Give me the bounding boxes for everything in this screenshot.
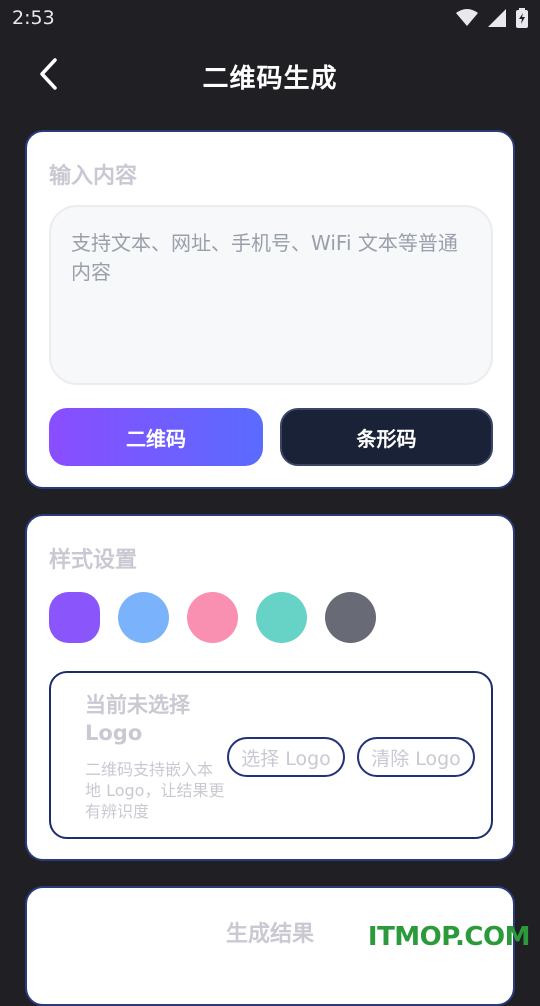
wifi-icon: [456, 9, 478, 31]
logo-panel: 当前未选择 Logo 二维码支持嵌入本地 Logo，让结果更有辨识度 选择 Lo…: [49, 671, 493, 839]
battery-icon: [516, 8, 528, 32]
signal-icon: [488, 9, 506, 31]
status-bar: 2:53: [0, 0, 540, 40]
content-input[interactable]: 支持文本、网址、手机号、WiFi 文本等普通内容: [49, 205, 493, 385]
color-swatch-teal[interactable]: [256, 592, 307, 643]
color-swatch-blue[interactable]: [118, 592, 169, 643]
barcode-button[interactable]: 条形码: [280, 408, 493, 466]
color-swatch-pink[interactable]: [187, 592, 238, 643]
color-swatch-purple[interactable]: [49, 592, 100, 643]
watermark: ITMOP.COM: [367, 922, 531, 952]
status-icons: [456, 8, 528, 32]
style-card: 样式设置 当前未选择 Logo 二维码支持嵌入本地 Logo，让结果更有辨识度 …: [25, 514, 515, 861]
color-swatches: [49, 592, 376, 643]
clear-logo-button[interactable]: 清除 Logo: [357, 737, 475, 777]
status-time: 2:53: [12, 7, 55, 29]
page-title: 二维码生成: [202, 64, 338, 94]
input-card: 输入内容 支持文本、网址、手机号、WiFi 文本等普通内容 二维码 条形码: [25, 130, 515, 489]
logo-status: 当前未选择 Logo: [85, 693, 190, 745]
color-swatch-gray[interactable]: [325, 592, 376, 643]
input-section-title: 输入内容: [49, 164, 138, 189]
qrcode-button[interactable]: 二维码: [49, 408, 263, 466]
header: 二维码生成: [0, 48, 540, 104]
style-section-title: 样式设置: [49, 548, 138, 573]
logo-description: 二维码支持嵌入本地 Logo，让结果更有辨识度: [85, 760, 225, 821]
select-logo-button[interactable]: 选择 Logo: [227, 737, 345, 777]
